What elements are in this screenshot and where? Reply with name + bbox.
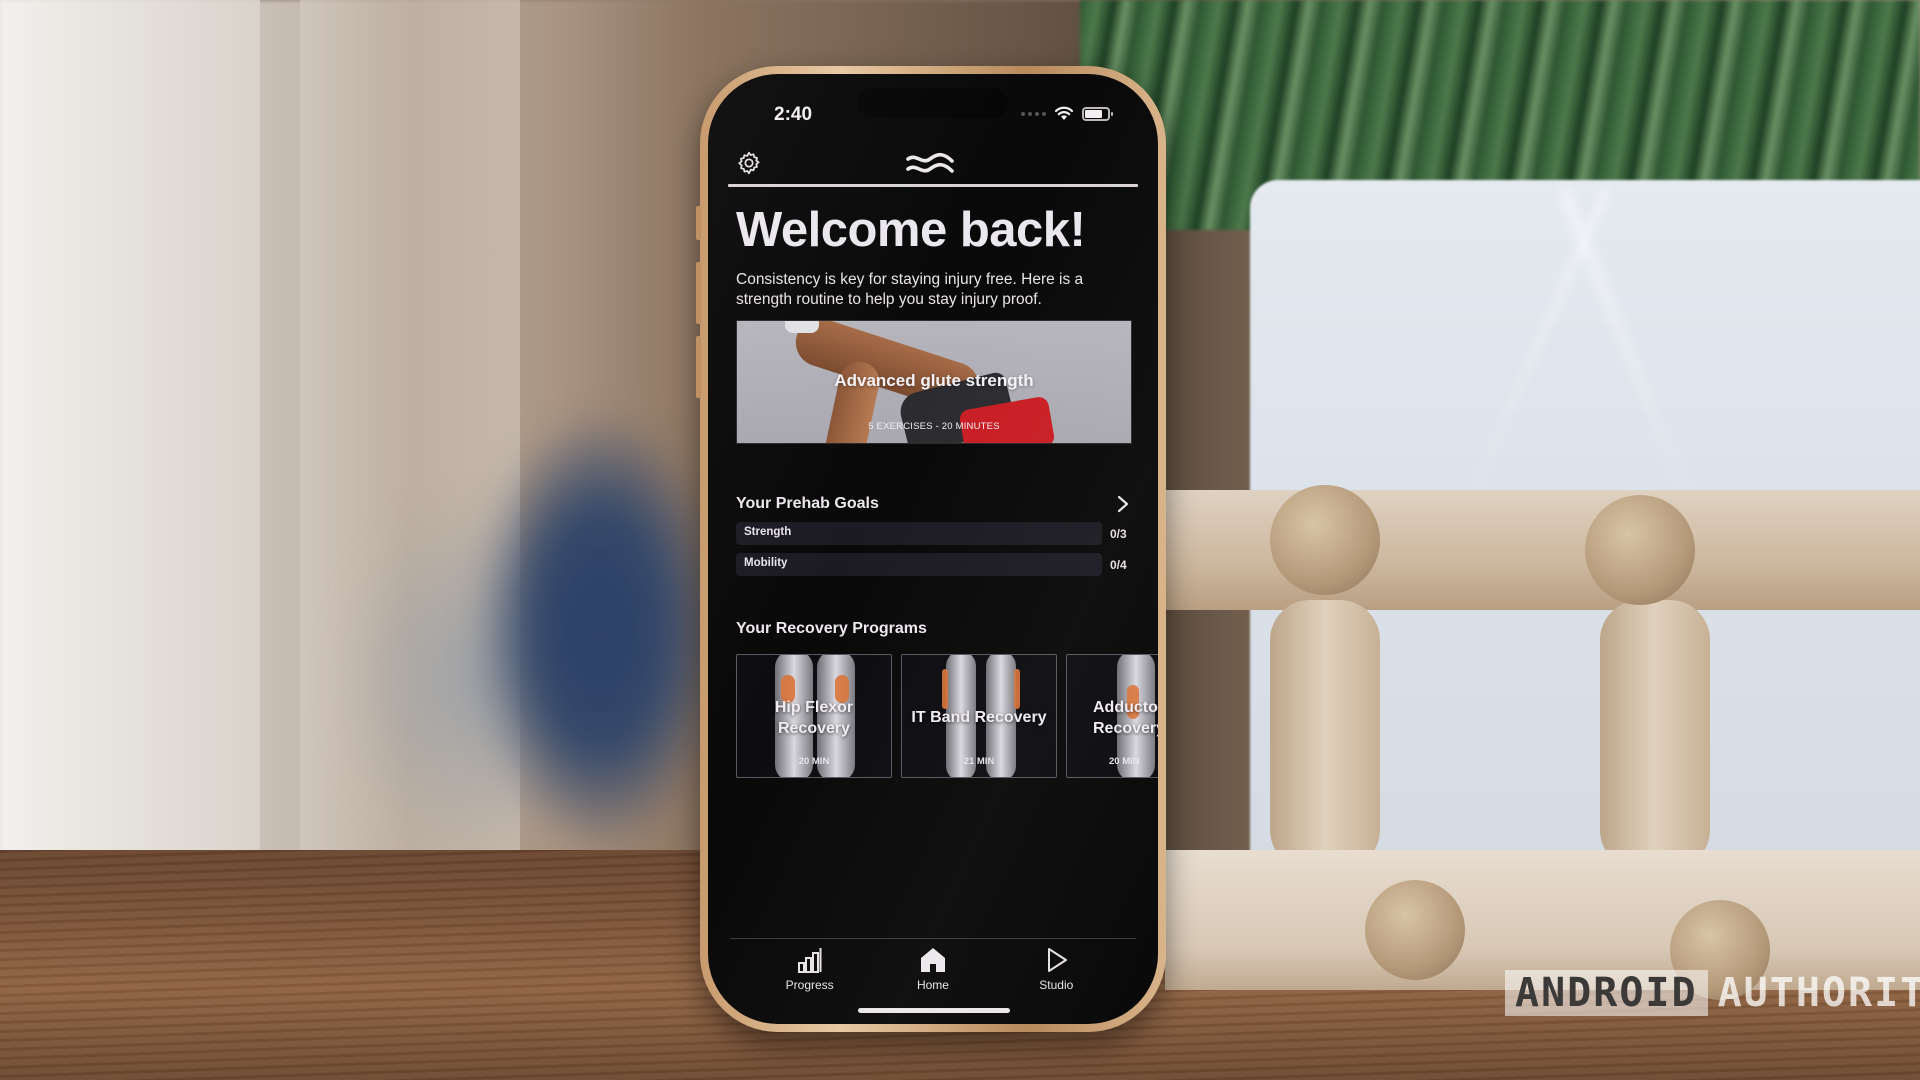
home-icon xyxy=(920,948,945,972)
play-icon xyxy=(1048,948,1068,972)
watermark: ANDROID AUTHORITY xyxy=(1505,970,1920,1016)
gear-icon[interactable] xyxy=(736,150,762,176)
wooden-stand xyxy=(1165,485,1920,1020)
phone-device: 2:40 Welcome back! Consistency is key fo… xyxy=(696,66,1166,1032)
muscle-highlight xyxy=(942,669,948,709)
program-duration: 20 MIN xyxy=(798,756,830,767)
tab-studio[interactable]: Studio xyxy=(1011,946,1101,1006)
phone-screen: 2:40 Welcome back! Consistency is key fo… xyxy=(708,74,1158,1024)
status-icons xyxy=(1021,106,1113,121)
status-time: 2:40 xyxy=(774,104,813,125)
program-title: Hip Flexor Recovery xyxy=(774,699,854,737)
tab-label: Studio xyxy=(1039,978,1074,992)
program-duration: 21 MIN xyxy=(963,756,995,767)
recovery-programs-carousel[interactable]: Hip Flexor Recovery 20 MIN IT Band Recov… xyxy=(736,654,1158,778)
watermark-authority: AUTHORITY xyxy=(1717,970,1920,1016)
prehab-goals-title: Your Prehab Goals xyxy=(736,495,879,512)
recovery-programs-title: Your Recovery Programs xyxy=(736,620,927,637)
stand-knob xyxy=(1585,495,1695,605)
program-duration: 20 MIN xyxy=(1109,756,1140,767)
prehab-goals-header[interactable]: Your Prehab Goals xyxy=(736,494,1134,514)
volume-down-button xyxy=(696,336,701,398)
goal-label: Strength xyxy=(744,526,792,538)
muscle-highlight xyxy=(1014,669,1020,709)
home-content: Welcome back! Consistency is key for sta… xyxy=(736,200,1158,778)
battery-fill xyxy=(1085,109,1102,118)
stand-leg xyxy=(1600,600,1710,870)
action-button xyxy=(696,206,701,240)
app-header xyxy=(708,144,1158,188)
welcome-title: Welcome back! xyxy=(736,203,1086,257)
wifi-icon xyxy=(1054,106,1074,120)
watermark-android: ANDROID xyxy=(1505,970,1708,1016)
tab-home[interactable]: Home xyxy=(888,946,978,1006)
stand-knob xyxy=(1270,485,1380,595)
tab-bar: Progress Home Studio xyxy=(708,946,1158,1006)
chevron-right-icon[interactable] xyxy=(1116,494,1130,514)
goal-count: 0/4 xyxy=(1110,557,1127,572)
goal-row-mobility[interactable]: Mobility 0/4 xyxy=(736,553,1134,576)
goal-row-strength[interactable]: Strength 0/3 xyxy=(736,522,1134,545)
tab-bar-divider xyxy=(730,938,1136,939)
blurred-blue-object xyxy=(480,420,720,840)
program-card-it-band[interactable]: IT Band Recovery 21 MIN xyxy=(901,654,1057,778)
program-title: IT Band Recovery xyxy=(911,709,1047,726)
cellular-signal-icon xyxy=(1021,111,1046,116)
volume-up-button xyxy=(696,262,701,324)
program-title: Adductor Recovery xyxy=(1093,699,1158,737)
welcome-intro: Consistency is key for staying injury fr… xyxy=(736,271,1084,308)
goal-count: 0/3 xyxy=(1110,526,1127,541)
goal-progress-bar[interactable]: Mobility xyxy=(736,553,1102,576)
program-card-hip-flexor[interactable]: Hip Flexor Recovery 20 MIN xyxy=(736,654,892,778)
featured-workout-subtitle: 5 EXERCISES - 20 MINUTES xyxy=(868,421,1000,432)
goal-progress-bar[interactable]: Strength xyxy=(736,522,1102,545)
window-light xyxy=(0,0,260,900)
stand-base xyxy=(1165,850,1920,990)
tab-progress[interactable]: Progress xyxy=(765,946,855,1006)
home-indicator[interactable] xyxy=(858,1008,1010,1013)
header-divider xyxy=(728,184,1138,187)
stand-leg xyxy=(1270,600,1380,870)
featured-workout-title: Advanced glute strength xyxy=(834,371,1034,390)
featured-workout-card[interactable]: Advanced glute strength 5 EXERCISES - 20… xyxy=(736,320,1132,444)
status-bar: 2:40 xyxy=(708,104,1158,134)
bar-chart-icon xyxy=(797,948,822,973)
wave-logo-icon xyxy=(906,152,954,173)
athlete-shoe-image xyxy=(785,321,819,333)
tab-label: Home xyxy=(916,978,949,992)
program-card-adductor[interactable]: Adductor Recovery 20 MIN xyxy=(1066,654,1158,778)
goal-label: Mobility xyxy=(744,557,788,569)
battery-icon xyxy=(1082,106,1113,121)
tab-label: Progress xyxy=(785,978,834,992)
stand-knob xyxy=(1365,880,1465,980)
